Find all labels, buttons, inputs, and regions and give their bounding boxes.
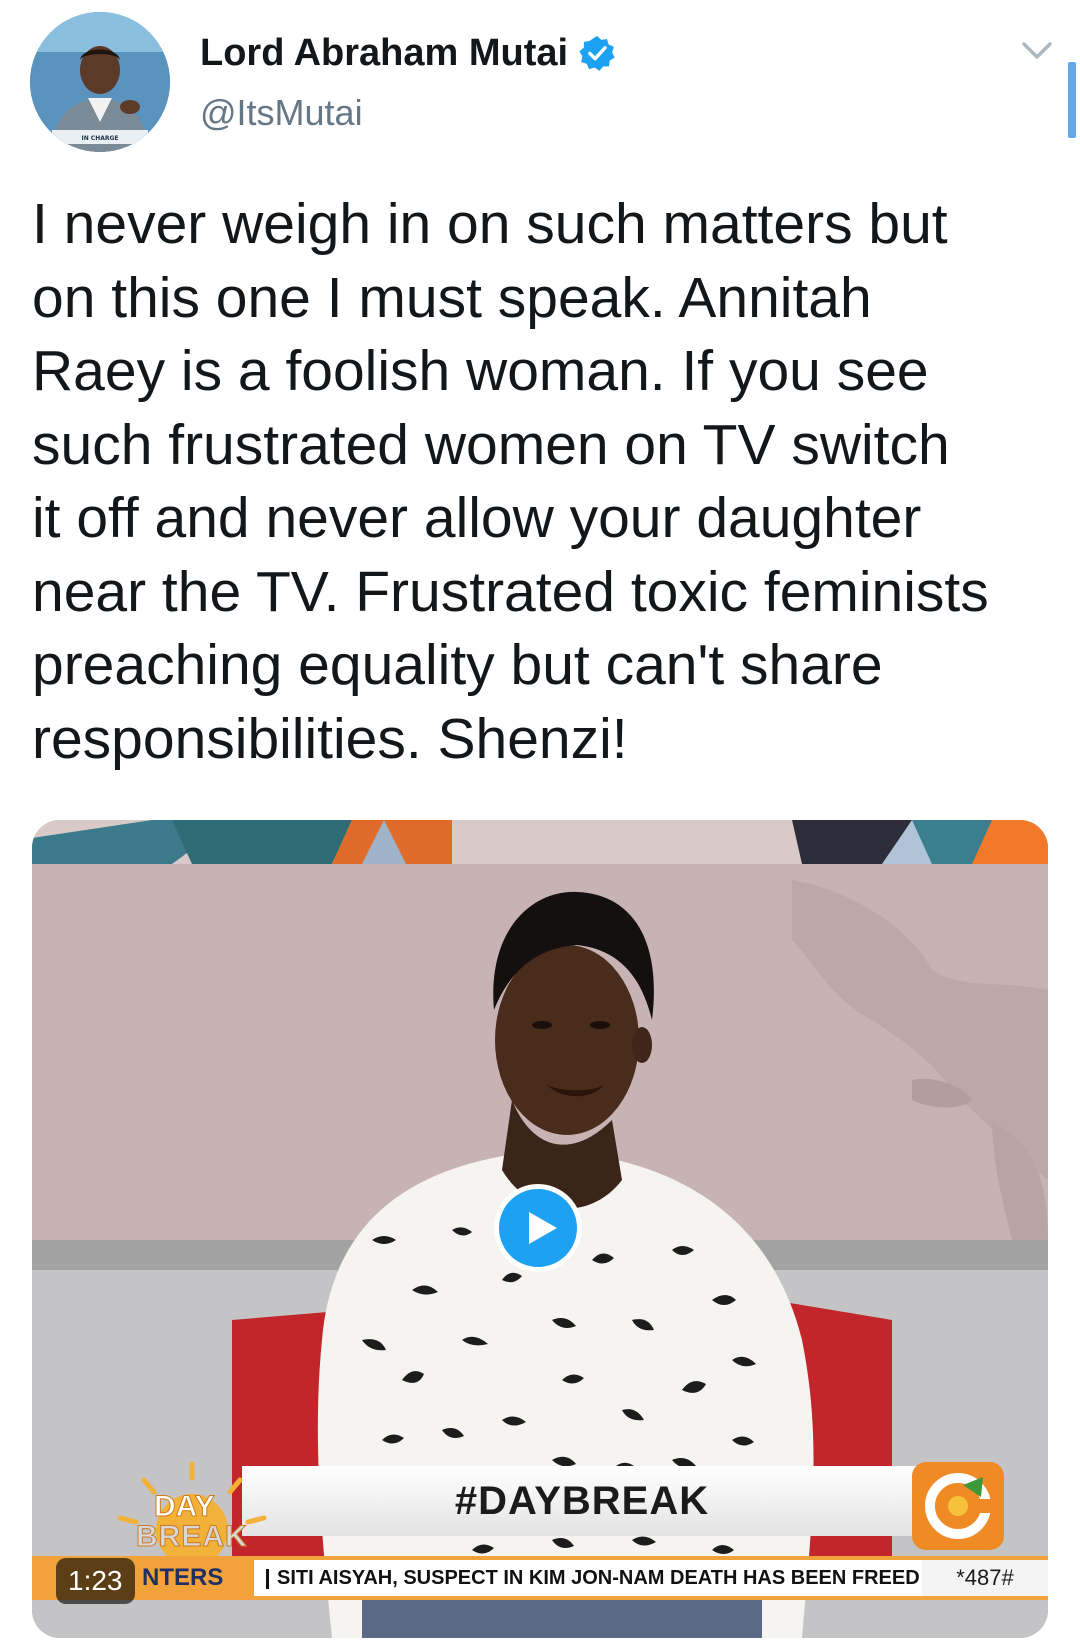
play-icon bbox=[529, 1212, 557, 1244]
ticker-code: *487# bbox=[922, 1560, 1048, 1596]
svg-text:IN CHARGE: IN CHARGE bbox=[81, 135, 118, 142]
news-ticker: NTERS SITI AISYAH, SUSPECT IN KIM JON-NA… bbox=[32, 1556, 1048, 1600]
scrollbar-thumb[interactable] bbox=[1068, 62, 1076, 138]
hashtag-text: #DAYBREAK bbox=[454, 1478, 710, 1523]
citizen-tv-logo-icon bbox=[912, 1462, 1004, 1550]
author-display-name[interactable]: Lord Abraham Mutai bbox=[200, 32, 568, 75]
ticker-label: NTERS bbox=[142, 1564, 224, 1591]
chevron-down-icon[interactable] bbox=[1020, 38, 1054, 64]
ticker-divider bbox=[266, 1568, 269, 1589]
author-handle[interactable]: @ItsMutai bbox=[200, 92, 363, 134]
ticker-headline-box: SITI AISYAH, SUSPECT IN KIM JON-NAM DEAT… bbox=[254, 1560, 954, 1596]
show-logo-break: BREAK bbox=[136, 1520, 248, 1554]
verified-badge-icon bbox=[578, 34, 616, 72]
tweet-text: I never weigh in on such matters but on … bbox=[32, 192, 989, 771]
play-button[interactable] bbox=[494, 1184, 582, 1272]
ticker-headline: SITI AISYAH, SUSPECT IN KIM JON-NAM DEAT… bbox=[277, 1567, 920, 1589]
hashtag-banner: #DAYBREAK bbox=[242, 1466, 922, 1536]
avatar[interactable]: IN CHARGE bbox=[30, 12, 170, 152]
author-name-row: Lord Abraham Mutai bbox=[200, 28, 616, 78]
video-duration-badge: 1:23 bbox=[56, 1558, 135, 1604]
show-logo-day: DAY bbox=[154, 1490, 216, 1524]
profile-photo-icon: IN CHARGE bbox=[30, 12, 170, 152]
video-player[interactable]: #DAYBREAK DAY BREAK NTERS SITI AISYAH, S… bbox=[32, 820, 1048, 1638]
